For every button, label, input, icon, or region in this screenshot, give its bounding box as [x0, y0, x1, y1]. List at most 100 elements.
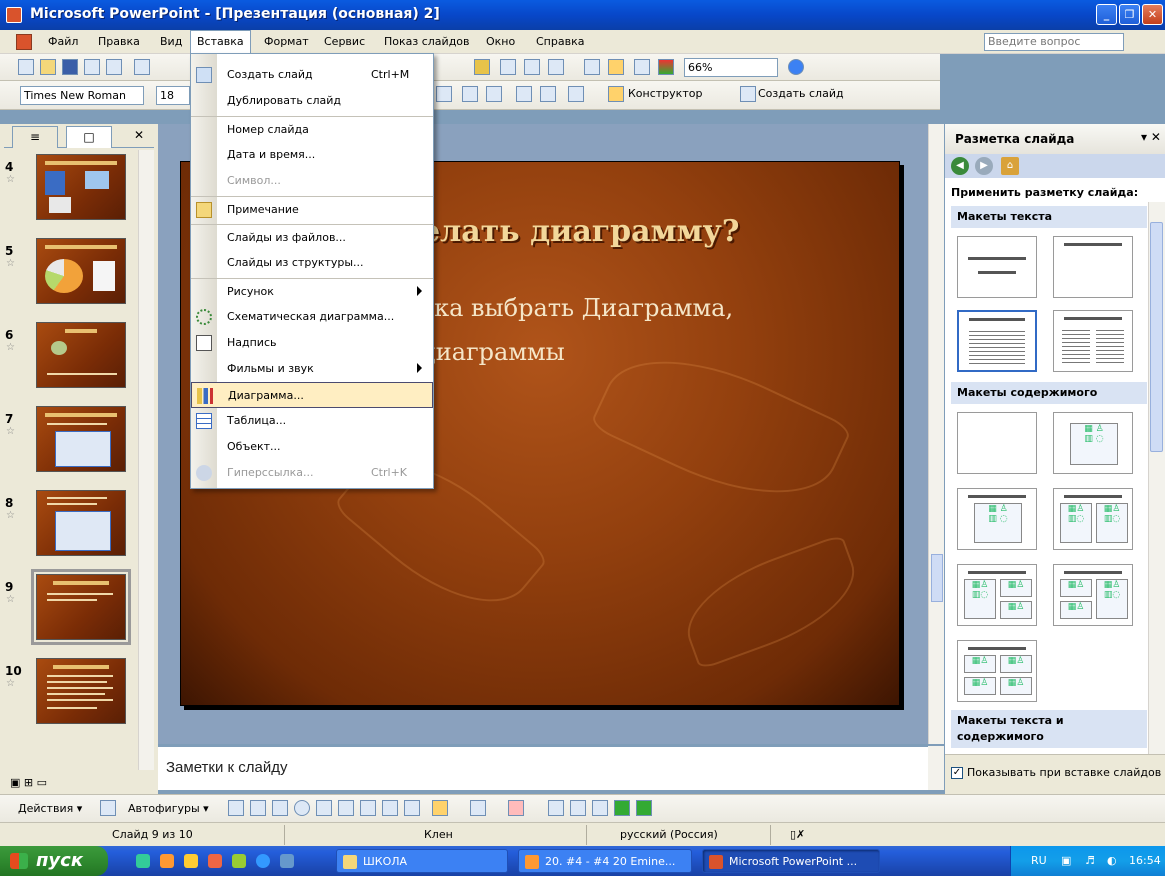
layout-blank[interactable] [957, 412, 1037, 474]
maximize-button[interactable]: ❐ [1119, 4, 1140, 25]
picture-icon[interactable] [404, 800, 420, 816]
close-pane-icon[interactable]: ✕ [134, 128, 144, 142]
new-slide-button[interactable]: Создать слайд [758, 87, 844, 100]
dash-style-icon[interactable] [570, 800, 586, 816]
font-name-combo[interactable]: Times New Roman [20, 86, 144, 105]
menu-item-chart[interactable]: Диаграмма... [191, 382, 433, 408]
fill-color-icon[interactable] [432, 800, 448, 816]
help-icon[interactable] [788, 59, 804, 75]
slide-scrollbar[interactable] [928, 124, 944, 744]
decrease-font-icon[interactable] [486, 86, 502, 102]
clipart-icon[interactable] [382, 800, 398, 816]
textbox-icon[interactable] [316, 800, 332, 816]
layout-title-two-content-one[interactable]: ▦♙ ▦♙ ▦♙ ▥◌ [1053, 564, 1133, 626]
layout-title-two-content[interactable]: ▦♙ ▥◌ ▦♙ ▥◌ [1053, 488, 1133, 550]
menu-item-hyperlink[interactable]: Гиперссылка... Ctrl+K [191, 460, 433, 486]
language-indicator[interactable]: RU [1031, 854, 1047, 867]
menu-item-movies-sound[interactable]: Фильмы и звук [191, 356, 433, 382]
email-icon[interactable] [106, 59, 122, 75]
layout-title-content-two[interactable]: ▦♙ ▥◌ ▦♙ ▦♙ [957, 564, 1037, 626]
sorter-view-icon[interactable]: ⊞ [24, 776, 33, 789]
actions-button[interactable]: Действия ▾ [18, 802, 82, 815]
slide-thumb-row[interactable]: 4 ☆ [0, 152, 138, 230]
slide-thumbnail[interactable] [36, 490, 126, 556]
menu-item-diagram[interactable]: Схематическая диаграмма... [191, 304, 433, 330]
line-style-icon[interactable] [548, 800, 564, 816]
menu-view[interactable]: Вид [154, 30, 188, 54]
menu-insert[interactable]: Вставка [190, 30, 251, 54]
quicklaunch-icon[interactable] [208, 854, 222, 868]
notes-pane[interactable]: Заметки к слайду [158, 746, 928, 790]
task-folder-school[interactable]: ШКОЛА [336, 849, 508, 873]
task-pane-title[interactable]: Разметка слайда [955, 132, 1074, 146]
arrow-style-icon[interactable] [592, 800, 608, 816]
ie-icon[interactable] [256, 854, 270, 868]
forward-icon[interactable]: ▶ [975, 157, 993, 175]
menu-item-slides-from-outline[interactable]: Слайды из структуры... [191, 250, 433, 276]
start-button[interactable]: пуск [0, 846, 108, 876]
layout-title-content[interactable]: ▦ ♙ ▥ ◌ [957, 488, 1037, 550]
wordart-icon[interactable] [338, 800, 354, 816]
permission-icon[interactable] [84, 59, 100, 75]
slideshow-view-icon[interactable]: ▭ [37, 776, 47, 789]
task-pane-close-icon[interactable]: ▾ ✕ [1141, 130, 1161, 144]
quicklaunch-icon[interactable] [136, 854, 150, 868]
diagram-icon[interactable] [360, 800, 376, 816]
menu-help[interactable]: Справка [530, 30, 590, 54]
network-icon[interactable]: ◐ [1107, 854, 1117, 867]
slide-thumb-row[interactable]: 10 ☆ [0, 656, 138, 734]
menu-window[interactable]: Окно [480, 30, 521, 54]
decrease-indent-icon[interactable] [516, 86, 532, 102]
slide-thumbnail[interactable] [36, 322, 126, 388]
menu-file[interactable]: Файл [42, 30, 84, 54]
menu-item-picture[interactable]: Рисунок [191, 278, 433, 304]
thumbnails-scrollbar[interactable] [138, 150, 154, 770]
layout-two-columns[interactable] [1053, 310, 1133, 372]
slide-thumbnail[interactable] [36, 658, 126, 724]
menu-slideshow[interactable]: Показ слайдов [378, 30, 476, 54]
expand-icon[interactable] [584, 59, 600, 75]
slide-body-line[interactable]: диаграммы [421, 338, 565, 366]
autoshapes-button[interactable]: Автофигуры ▾ [128, 802, 209, 815]
menu-item-slide-number[interactable]: Номер слайда [191, 116, 433, 142]
menu-format[interactable]: Формат [258, 30, 315, 54]
menu-item-new-slide[interactable]: Создать слайд Ctrl+M [191, 62, 433, 88]
arrow-icon[interactable] [250, 800, 266, 816]
show-on-insert-checkbox[interactable]: ✓ [951, 767, 963, 779]
quicklaunch-icon[interactable] [232, 854, 246, 868]
menu-item-comment[interactable]: Примечание [191, 196, 433, 222]
font-size-combo[interactable]: 18 [156, 86, 190, 105]
line-icon[interactable] [228, 800, 244, 816]
powerpoint-icon[interactable] [6, 7, 22, 23]
font-color-icon[interactable] [568, 86, 584, 102]
slide-body-line[interactable]: зка выбрать Диаграмма, [421, 294, 733, 322]
tables-borders-icon[interactable] [524, 59, 540, 75]
menu-item-duplicate-slide[interactable]: Дублировать слайд [191, 88, 433, 114]
spelling-icon[interactable]: ▯✗ [790, 828, 805, 841]
oval-icon[interactable] [294, 800, 310, 816]
menu-item-date-time[interactable]: Дата и время... [191, 142, 433, 168]
task-pane-scroll-thumb[interactable] [1150, 222, 1163, 452]
normal-view-icon[interactable]: ▣ [10, 776, 20, 789]
quicklaunch-icon[interactable] [184, 854, 198, 868]
menu-item-object[interactable]: Объект... [191, 434, 433, 460]
notes-scrollbar[interactable] [928, 746, 944, 790]
layout-title-four-content[interactable]: ▦♙ ▦♙ ▦♙ ▦♙ [957, 640, 1037, 702]
menu-item-symbol[interactable]: Символ... [191, 168, 433, 194]
insert-picture-icon[interactable] [548, 59, 564, 75]
slide-thumb-row[interactable]: 5 ☆ [0, 236, 138, 314]
shadow-icon[interactable] [614, 800, 630, 816]
slide-thumb-row[interactable]: 8 ☆ [0, 488, 138, 566]
home-icon[interactable]: ⌂ [1001, 157, 1019, 175]
rectangle-icon[interactable] [272, 800, 288, 816]
help-tray-icon[interactable]: ▣ [1061, 854, 1071, 867]
slide-thumbnail-selected[interactable] [31, 569, 131, 645]
grid-icon[interactable] [634, 59, 650, 75]
save-icon[interactable] [62, 59, 78, 75]
line-color-icon[interactable] [470, 800, 486, 816]
back-icon[interactable]: ◀ [951, 157, 969, 175]
quicklaunch-icon[interactable] [280, 854, 294, 868]
tray-icon[interactable]: ♬ [1085, 854, 1095, 867]
help-search-input[interactable]: Введите вопрос [984, 33, 1124, 51]
menu-item-table[interactable]: Таблица... [191, 408, 433, 434]
